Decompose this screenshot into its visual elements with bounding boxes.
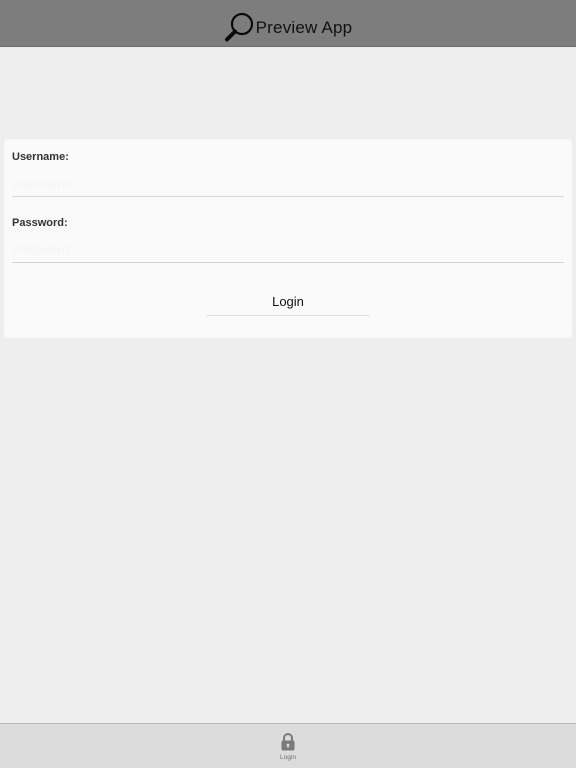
app-header: Preview App <box>0 0 576 47</box>
password-field[interactable] <box>12 237 564 263</box>
header-brand: Preview App <box>224 12 353 44</box>
password-label: Password: <box>12 217 68 229</box>
tab-bar: Login <box>0 723 576 768</box>
login-form: Username: Password: Login <box>4 139 572 338</box>
app-title: Preview App <box>255 18 353 37</box>
username-label: Username: <box>12 151 69 163</box>
lock-icon <box>280 732 296 752</box>
username-field[interactable] <box>12 171 564 197</box>
app-root: Preview App Username: Password: Login Lo… <box>0 0 576 768</box>
tab-login[interactable]: Login <box>268 732 308 766</box>
tab-login-label: Login <box>280 754 296 761</box>
magnifier-icon <box>224 12 256 44</box>
login-button[interactable]: Login <box>206 287 370 316</box>
